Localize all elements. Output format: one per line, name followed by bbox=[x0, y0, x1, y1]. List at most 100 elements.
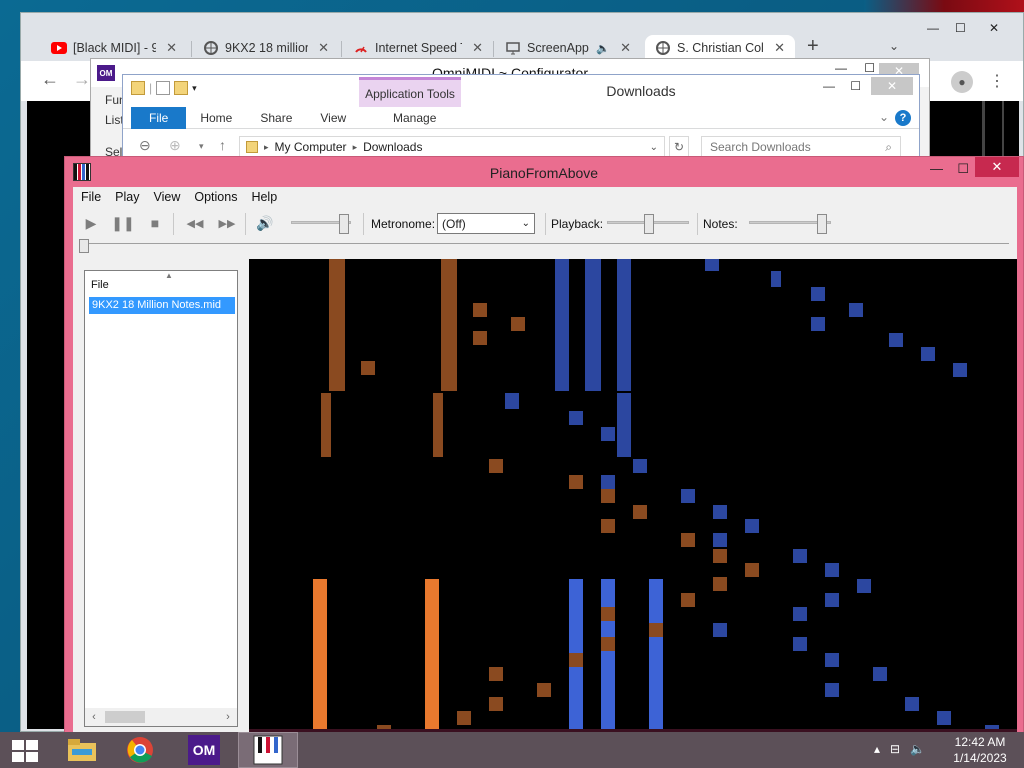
up-arrow-icon[interactable]: ↑ bbox=[219, 137, 226, 153]
minimize-icon[interactable]: — bbox=[930, 161, 943, 176]
tab-strip: [Black MIDI] - 9K ✕ 9KX2 18 million ✕ In… bbox=[21, 13, 1023, 61]
metronome-label: Metronome: bbox=[371, 217, 436, 231]
close-icon[interactable]: ✕ bbox=[620, 40, 631, 56]
midi-note bbox=[457, 711, 471, 725]
minimize-icon[interactable]: — bbox=[835, 61, 847, 75]
menu-help[interactable]: Help bbox=[251, 190, 277, 204]
address-bar[interactable]: ▸ My Computer ▸ Downloads ⌄ bbox=[239, 136, 665, 158]
pfa-title: PianoFromAbove bbox=[489, 165, 599, 181]
chrome-icon[interactable] bbox=[110, 732, 170, 768]
close-icon[interactable]: ✕ bbox=[166, 40, 177, 56]
midi-note bbox=[921, 347, 935, 361]
volume-slider-thumb[interactable] bbox=[339, 214, 349, 234]
seek-track[interactable] bbox=[79, 243, 1009, 244]
maximize-icon[interactable]: ☐ bbox=[955, 21, 966, 35]
pause-icon[interactable]: ❚❚ bbox=[111, 213, 134, 233]
search-input[interactable]: Search Downloads ⌕ bbox=[701, 136, 901, 158]
maximize-icon[interactable]: ☐ bbox=[864, 61, 875, 75]
refresh-icon[interactable]: ↻ bbox=[669, 136, 689, 158]
ribbon-tab-share[interactable]: Share bbox=[246, 107, 306, 129]
menu-file[interactable]: File bbox=[81, 190, 101, 204]
close-icon[interactable]: ✕ bbox=[975, 157, 1019, 177]
tab-search-chevron-icon[interactable]: ⌄ bbox=[889, 39, 899, 53]
ribbon-tabs: File Home Share View Manage ⌄ ? bbox=[123, 106, 919, 129]
metronome-select[interactable]: (Off) ⌄ bbox=[437, 213, 535, 234]
tab-title: S. Christian Coll bbox=[677, 41, 765, 55]
close-icon[interactable]: ✕ bbox=[871, 77, 913, 95]
profile-avatar-icon[interactable]: ● bbox=[951, 71, 973, 93]
menu-view[interactable]: View bbox=[153, 190, 180, 204]
windows-start-icon[interactable] bbox=[12, 740, 38, 762]
volume-icon[interactable]: 🔊 bbox=[255, 213, 275, 233]
page-stripe bbox=[1002, 101, 1004, 161]
breadcrumb-downloads[interactable]: Downloads bbox=[363, 140, 422, 154]
seek-thumb[interactable] bbox=[79, 239, 89, 253]
pianofromabove-icon[interactable] bbox=[238, 732, 298, 768]
midi-note bbox=[953, 363, 967, 377]
midi-note bbox=[473, 303, 487, 317]
tab-title: [Black MIDI] - 9K bbox=[73, 41, 157, 55]
midi-note bbox=[681, 593, 695, 607]
omnimidi-icon[interactable]: OM bbox=[174, 732, 234, 768]
maximize-icon[interactable]: ☐ bbox=[850, 79, 861, 93]
stop-icon[interactable]: ■ bbox=[145, 213, 165, 233]
address-dropdown-icon[interactable]: ⌄ bbox=[650, 142, 658, 153]
ribbon-expand-chevron-icon[interactable]: ⌄ bbox=[879, 110, 889, 124]
midi-note bbox=[633, 505, 647, 519]
menu-dots-icon[interactable]: ⋮ bbox=[989, 71, 1005, 91]
forward-circle-icon[interactable]: ⊕ bbox=[169, 137, 181, 154]
playback-slider-thumb[interactable] bbox=[644, 214, 654, 234]
help-icon[interactable]: ? bbox=[895, 110, 911, 126]
clock-date: 1/14/2023 bbox=[953, 751, 1007, 765]
midi-note bbox=[793, 607, 807, 621]
recent-chevron-icon[interactable]: ▾ bbox=[199, 141, 204, 152]
back-arrow-icon[interactable]: ← bbox=[41, 69, 59, 90]
midi-note bbox=[825, 653, 839, 667]
scroll-right-icon[interactable]: › bbox=[219, 711, 237, 723]
omnimidi-label: List bbox=[105, 113, 124, 127]
menu-play[interactable]: Play bbox=[115, 190, 139, 204]
network-icon[interactable]: ⊟ bbox=[890, 742, 900, 756]
ribbon-tab-manage[interactable]: Manage bbox=[379, 107, 450, 129]
close-icon[interactable]: ✕ bbox=[472, 40, 483, 56]
ribbon-tab-file[interactable]: File bbox=[131, 106, 187, 129]
close-icon[interactable]: ✕ bbox=[774, 40, 785, 56]
scroll-left-icon[interactable]: ‹ bbox=[85, 711, 103, 723]
scrollbar-thumb[interactable] bbox=[105, 711, 145, 723]
speaker-icon[interactable]: 🔈 bbox=[910, 742, 925, 756]
midi-note bbox=[585, 259, 601, 391]
ribbon-tab-home[interactable]: Home bbox=[186, 107, 246, 129]
horizontal-scrollbar[interactable]: ‹ › bbox=[85, 708, 237, 726]
new-tab-button[interactable]: + bbox=[807, 35, 819, 58]
forward-arrow-icon[interactable]: → bbox=[73, 69, 91, 90]
minimize-icon[interactable]: — bbox=[823, 79, 835, 93]
rewind-icon[interactable]: ◀◀ bbox=[185, 213, 205, 233]
file-column-header[interactable]: File bbox=[91, 279, 109, 291]
midi-note bbox=[849, 303, 863, 317]
pfa-client: File Play View Options Help ▶ ❚❚ ■ ◀◀ ▶▶… bbox=[73, 187, 1017, 737]
clock[interactable]: 12:42 AM 1/14/2023 bbox=[950, 734, 1010, 766]
midi-note bbox=[321, 393, 331, 457]
playback-label: Playback: bbox=[551, 217, 604, 231]
close-icon[interactable]: ✕ bbox=[318, 40, 329, 56]
breadcrumb-my-computer[interactable]: My Computer bbox=[275, 140, 347, 154]
midi-note bbox=[713, 549, 727, 563]
fast-forward-icon[interactable]: ▶▶ bbox=[217, 213, 237, 233]
midi-note bbox=[825, 593, 839, 607]
minimize-icon[interactable]: — bbox=[927, 21, 939, 35]
back-circle-icon[interactable]: ⊖ bbox=[139, 137, 151, 154]
notes-slider-thumb[interactable] bbox=[817, 214, 827, 234]
play-icon[interactable]: ▶ bbox=[81, 213, 101, 233]
metronome-value: (Off) bbox=[442, 216, 466, 231]
playback-slider[interactable] bbox=[607, 214, 689, 234]
volume-slider[interactable] bbox=[291, 214, 351, 234]
menu-options[interactable]: Options bbox=[194, 190, 237, 204]
tray-chevron-up-icon[interactable]: ▴ bbox=[874, 742, 880, 756]
tab-title: 9KX2 18 million bbox=[225, 41, 309, 55]
file-explorer-icon[interactable] bbox=[52, 732, 112, 768]
ribbon-tab-view[interactable]: View bbox=[306, 107, 360, 129]
list-item[interactable]: 9KX2 18 Million Notes.mid bbox=[89, 297, 235, 314]
close-window-icon[interactable]: ✕ bbox=[989, 21, 999, 35]
notes-slider[interactable] bbox=[749, 214, 831, 234]
maximize-icon[interactable]: ☐ bbox=[957, 161, 969, 177]
